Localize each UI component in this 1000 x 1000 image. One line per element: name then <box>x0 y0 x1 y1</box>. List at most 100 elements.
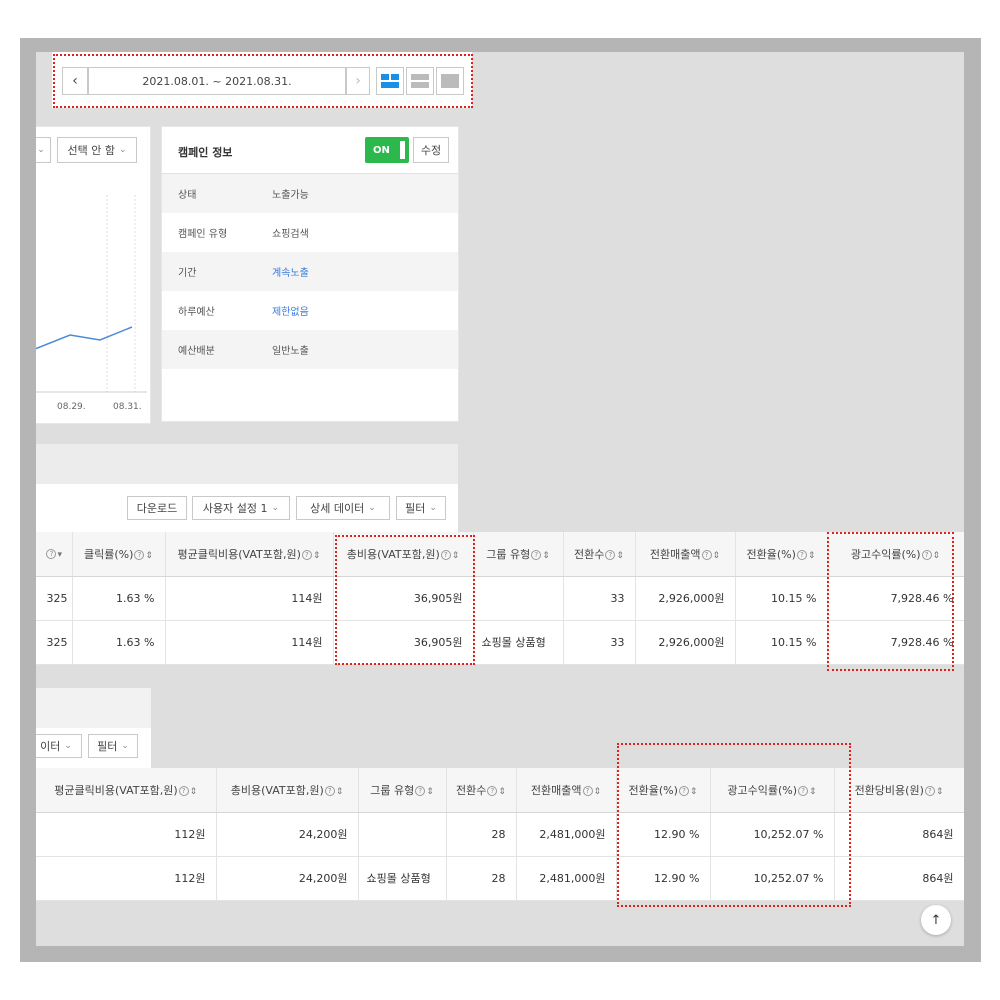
column-header[interactable]: 전환율(%)? ⇕ <box>616 768 711 813</box>
table-cell: 33 <box>563 576 636 621</box>
view-rows-button[interactable] <box>406 67 434 95</box>
column-header[interactable]: 전환수? ⇕ <box>446 768 517 813</box>
sort-icon: ⇕ <box>335 786 344 797</box>
sort-icon: ⇕ <box>935 786 944 797</box>
column-header[interactable]: 광고수익률(%)? ⇕ <box>710 768 835 813</box>
table-cell: 쇼핑몰 상품형 <box>358 856 447 901</box>
table-cell: 10.15 % <box>735 576 828 621</box>
help-icon[interactable]: ? <box>701 549 712 560</box>
arrow-up-icon: ↑ <box>930 912 942 928</box>
detail-data-dropdown[interactable]: 상세 데이터 ⌄ <box>296 496 390 520</box>
column-header[interactable]: 총비용(VAT포함,원)? ⇕ <box>333 532 474 577</box>
column-header[interactable]: 총비용(VAT포함,원)? ⇕ <box>216 768 359 813</box>
table-cell: 10.15 % <box>735 620 828 665</box>
info-row-type: 캠페인 유형 쇼핑검색 <box>162 213 458 252</box>
help-icon[interactable]: ? <box>134 549 145 560</box>
table-row: 112원 24,200원 쇼핑몰 상품형 28 2,481,000원 12.90… <box>36 856 964 901</box>
table-cell <box>358 812 447 857</box>
sort-icon: ⇕ <box>807 550 816 561</box>
help-icon[interactable]: ? <box>924 785 935 796</box>
view-single-button[interactable] <box>436 67 464 95</box>
help-icon[interactable]: ? <box>324 785 335 796</box>
info-value-link[interactable]: 계속노출 <box>272 264 309 279</box>
help-icon[interactable]: ? <box>415 785 426 796</box>
table-cell: 864원 <box>834 812 964 857</box>
column-header[interactable]: 평균클릭비용(VAT포함,원)? ⇕ <box>165 532 334 577</box>
help-icon[interactable]: ? <box>487 785 498 796</box>
table-header-row: 평균클릭비용(VAT포함,원)? ⇕ 총비용(VAT포함,원)? ⇕ 그룹 유형? ⇕… <box>36 768 964 813</box>
sort-icon: ⇕ <box>542 550 550 561</box>
view-split-button[interactable] <box>376 67 404 95</box>
info-value: 쇼핑검색 <box>272 229 309 240</box>
column-header[interactable]: 전환매출액? ⇕ <box>516 768 617 813</box>
table-cell: 24,200원 <box>216 812 359 857</box>
help-icon[interactable]: ? <box>798 785 809 796</box>
sort-icon: ⇕ <box>426 786 434 797</box>
header-label: 전환당비용(원) <box>854 783 924 797</box>
filter-dropdown-lower[interactable]: 필터 ⌄ <box>88 734 138 758</box>
column-header[interactable]: 광고수익률(%)? ⇕ <box>827 532 964 577</box>
column-header[interactable]: 전환수? ⇕ <box>563 532 636 577</box>
dropdown-label: 사용자 설정 1 <box>202 502 268 515</box>
help-icon[interactable]: ? <box>440 549 451 560</box>
help-icon[interactable]: ? <box>796 549 807 560</box>
table-cell: 7,928.46 % <box>827 620 964 665</box>
table-cell: 10,252.07 % <box>710 856 835 901</box>
info-value-link[interactable]: 제한없음 <box>272 303 309 318</box>
prev-period-button[interactable]: ‹ <box>62 67 88 95</box>
table-cell: 36,905원 <box>333 620 474 665</box>
detail-data-dropdown-partial[interactable]: 이터 ⌄ <box>36 734 82 758</box>
column-header[interactable]: 전환율(%)? ⇕ <box>735 532 828 577</box>
column-header[interactable]: 그룹 유형? ⇕ <box>358 768 447 813</box>
filter-dropdown[interactable]: 필터 ⌄ <box>396 496 446 520</box>
header-label: 그룹 유형 <box>370 783 415 797</box>
edit-button[interactable]: 수정 <box>413 137 449 163</box>
sort-icon: ⇕ <box>451 550 460 561</box>
help-icon[interactable]: ? <box>178 785 189 796</box>
column-header[interactable]: ? ▾ <box>36 532 73 577</box>
help-icon[interactable]: ? <box>605 549 616 560</box>
x-tick-label: 08.29. <box>57 402 86 412</box>
table-cell: 33 <box>563 620 636 665</box>
header-label: 전환율(%) <box>628 783 678 797</box>
sort-icon: ⇕ <box>616 550 624 561</box>
header-label: 전환율(%) <box>746 547 796 561</box>
table-cell: 2,926,000원 <box>635 620 736 665</box>
header-label: 그룹 유형 <box>486 547 531 561</box>
table-cell <box>473 576 564 621</box>
header-label: 클릭률(%) <box>84 547 134 561</box>
info-row-daily-budget: 하루예산 제한없음 <box>162 291 458 330</box>
column-header[interactable]: 전환매출액? ⇕ <box>635 532 736 577</box>
download-button[interactable]: 다운로드 <box>127 496 187 520</box>
dropdown-label: 이터 <box>40 740 61 753</box>
column-header[interactable]: 그룹 유형? ⇕ <box>473 532 564 577</box>
sort-icon: ⇕ <box>312 550 321 561</box>
info-row-period: 기간 계속노출 <box>162 252 458 291</box>
date-range-display[interactable]: 2021.08.01. ~ 2021.08.31. <box>88 67 346 95</box>
table-cell: 7,928.46 % <box>827 576 964 621</box>
campaign-info-panel: 캠페인 정보 ON 수정 상태 노출가능 캠페인 유형 쇼핑검색 기간 계속노출 하루… <box>161 126 459 422</box>
table-cell: 325 <box>36 620 73 665</box>
app-canvas: ‹ 2021.08.01. ~ 2021.08.31. › ⌄ 선택 안 함 ⌄ … <box>36 52 964 946</box>
next-period-button[interactable]: › <box>346 67 370 95</box>
help-icon[interactable]: ? <box>46 549 57 560</box>
info-key: 캠페인 유형 <box>178 229 228 240</box>
column-header[interactable]: 클릭률(%)? ⇕ <box>72 532 166 577</box>
help-icon[interactable]: ? <box>678 785 689 796</box>
column-header[interactable]: 평균클릭비용(VAT포함,원)? ⇕ <box>36 768 217 813</box>
help-icon[interactable]: ? <box>582 785 593 796</box>
scroll-top-button[interactable]: ↑ <box>921 905 951 935</box>
info-value: 일반노출 <box>272 346 309 357</box>
info-row-budget-dist: 예산배분 일반노출 <box>162 330 458 369</box>
help-icon[interactable]: ? <box>921 549 932 560</box>
on-toggle[interactable]: ON <box>365 137 409 163</box>
help-icon[interactable]: ? <box>301 549 312 560</box>
table-cell: 쇼핑몰 상품형 <box>473 620 564 665</box>
header-label: 총비용(VAT포함,원) <box>346 547 440 561</box>
column-header[interactable]: 전환당비용(원)? ⇕ <box>834 768 964 813</box>
help-icon[interactable]: ? <box>531 549 542 560</box>
chevron-right-icon: › <box>355 73 361 89</box>
table-cell: 28 <box>446 856 517 901</box>
sort-icon: ⇕ <box>498 786 506 797</box>
user-setting-dropdown[interactable]: 사용자 설정 1 ⌄ <box>192 496 290 520</box>
